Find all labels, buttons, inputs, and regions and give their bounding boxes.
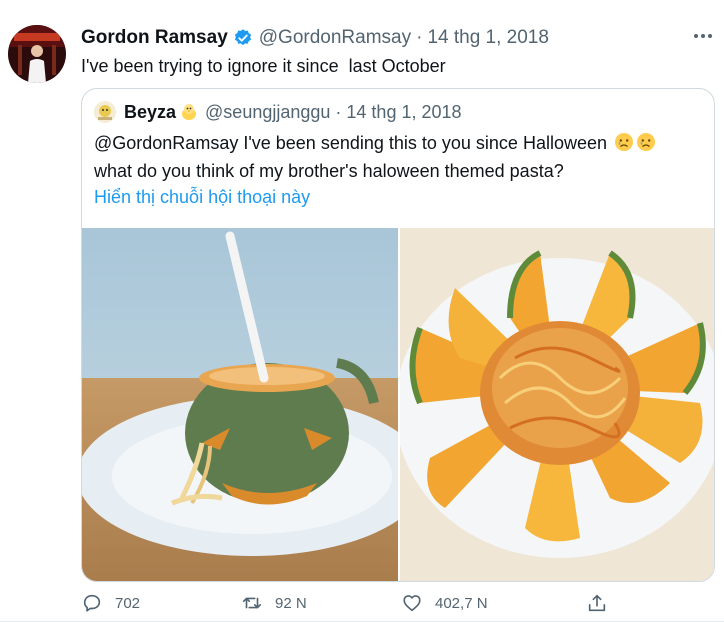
reply-button[interactable]: 702 bbox=[81, 592, 140, 614]
tweet-date[interactable]: 14 thg 1, 2018 bbox=[427, 27, 549, 49]
author-row: Gordon Ramsay @GordonRamsay · 14 thg 1, … bbox=[81, 26, 549, 50]
chick-emoji-icon bbox=[179, 102, 199, 122]
like-icon bbox=[401, 592, 423, 614]
quoted-date[interactable]: 14 thg 1, 2018 bbox=[346, 102, 461, 123]
author-avatar[interactable] bbox=[8, 25, 66, 83]
sad-face-emoji bbox=[636, 132, 656, 152]
retweet-icon bbox=[241, 592, 263, 614]
separator-dot: · bbox=[416, 27, 423, 48]
quoted-handle[interactable]: @seungjjanggu bbox=[205, 102, 330, 123]
quoted-media bbox=[82, 228, 714, 581]
quoted-author-row: Beyza @seungjjanggu · 14 thg 1, 2018 bbox=[94, 101, 462, 123]
quoted-display-name[interactable]: Beyza bbox=[124, 102, 176, 123]
tweet-text: I've been trying to ignore it since last… bbox=[81, 56, 446, 76]
like-button[interactable]: 402,7 N bbox=[401, 592, 488, 614]
verified-badge-icon bbox=[233, 28, 253, 48]
reply-icon bbox=[81, 592, 103, 614]
quoted-separator-dot: · bbox=[335, 101, 342, 122]
photo-pumpkin-bowl[interactable] bbox=[82, 228, 398, 581]
sad-face-emoji bbox=[614, 132, 634, 152]
quoted-tweet-text: @GordonRamsay I've been sending this to … bbox=[94, 129, 694, 185]
author-display-name[interactable]: Gordon Ramsay bbox=[81, 27, 228, 49]
tweet[interactable]: Gordon Ramsay @GordonRamsay · 14 thg 1, … bbox=[0, 0, 724, 622]
quoted-tweet[interactable]: Beyza @seungjjanggu · 14 thg 1, 2018 @Go… bbox=[81, 88, 715, 582]
quoted-text-line-2: what do you think of my brother's halowe… bbox=[94, 161, 564, 181]
like-count: 402,7 N bbox=[435, 594, 488, 612]
share-button[interactable] bbox=[586, 592, 608, 614]
reply-count: 702 bbox=[115, 594, 141, 612]
photo-pumpkin-slices[interactable] bbox=[400, 228, 714, 581]
author-handle[interactable]: @GordonRamsay bbox=[259, 27, 411, 49]
more-options-icon[interactable] bbox=[690, 26, 716, 46]
retweet-count: 92 N bbox=[275, 594, 307, 612]
quoted-author-avatar[interactable] bbox=[94, 101, 116, 123]
tweet-actions: 702 92 N 402,7 N bbox=[81, 592, 641, 622]
quoted-text-line-1: @GordonRamsay I've been sending this to … bbox=[94, 133, 607, 153]
show-thread-link[interactable]: Hiển thị chuỗi hội thoại này bbox=[94, 187, 310, 208]
share-icon bbox=[586, 592, 608, 614]
retweet-button[interactable]: 92 N bbox=[241, 592, 307, 614]
